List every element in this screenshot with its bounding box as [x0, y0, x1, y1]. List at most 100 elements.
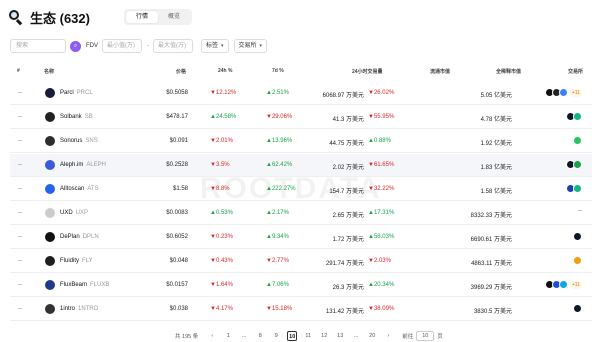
token-name[interactable]: FluxBeam FLUXB — [60, 282, 109, 288]
page-ellipsis[interactable]: ... — [239, 331, 249, 341]
token-name[interactable]: Sonorus SNS — [60, 138, 98, 144]
volume-change-value: 17.31% — [373, 210, 395, 216]
chevron-down-icon: ▾ — [259, 43, 263, 49]
change-24h-cell: ▼8.8% — [210, 186, 230, 192]
volume-cell: 41.3 万美元 — [332, 117, 364, 123]
tag-dropdown[interactable]: 标签 ▾ — [201, 39, 229, 53]
token-name[interactable]: Alltoscan ATS — [60, 186, 99, 192]
page-button[interactable]: 20 — [367, 331, 377, 341]
token-name-text: DePlan — [60, 234, 80, 240]
page-ellipsis[interactable]: ... — [351, 331, 361, 341]
token-name[interactable]: DePlan DPLN — [60, 234, 99, 240]
view-toggle: 行情 概览 — [123, 9, 192, 25]
page-button[interactable]: 11 — [303, 331, 313, 341]
token-name[interactable]: Fluidity FLY — [60, 258, 93, 264]
change-7d-cell: ▲62.42% — [266, 162, 292, 168]
token-name-text: Sonorus — [60, 138, 83, 144]
exchange-icon[interactable] — [573, 184, 582, 193]
volume-change-value: 26.02% — [373, 90, 395, 96]
token-name[interactable]: 1intro 1NTRO — [60, 306, 98, 312]
page-button[interactable]: 13 — [335, 331, 345, 341]
token-logo — [45, 256, 55, 266]
token-name-text: 1intro — [60, 306, 76, 312]
token-symbol: FLUXB — [90, 282, 110, 288]
exchange-icon[interactable] — [573, 232, 582, 241]
exchange-icon[interactable] — [558, 280, 568, 289]
col-fdv[interactable]: 全稀释市值 — [496, 68, 521, 75]
fdv-min-input[interactable]: 最小值(万) — [102, 39, 142, 53]
table-row[interactable]: -- Sonorus SNS $0.091 ▼2.01% ▲13.96% 44.75 万美元… — [10, 130, 592, 153]
token-name[interactable]: Aleph.im ALEPH — [60, 162, 106, 168]
table-row[interactable]: -- Solbank SB $478.17 ▲24.58% ▼29.06% 41.3 万美元… — [10, 106, 592, 129]
volume-cell: 154.7 万美元 — [329, 189, 364, 195]
volume-cell: 44.75 万美元 — [329, 141, 364, 147]
tab-market[interactable]: 行情 — [125, 11, 158, 23]
volume-change-cell: ▲20.34% — [368, 282, 394, 288]
filter-bar: 搜索 ⌕ FDV 最小值(万) - 最大值(万) 标签 ▾ 交易所 ▾ — [10, 39, 268, 53]
more-exchanges-badge[interactable]: +11 — [569, 88, 582, 97]
no-exchange: -- — [578, 208, 582, 214]
more-exchanges-badge[interactable]: +11 — [569, 280, 582, 289]
volume-cell: 2.65 万美元 — [332, 213, 364, 219]
exchange-icon[interactable] — [573, 304, 582, 313]
volume-change-cell: ▲58.03% — [368, 234, 394, 240]
token-symbol: SB — [84, 114, 93, 120]
volume-change-value: 61.65% — [373, 162, 395, 168]
table-row[interactable]: -- Parcl PRCL $0.5058 ▼12.12% ▲2.51% 6068.97 万… — [10, 82, 592, 105]
tab-overview[interactable]: 概览 — [158, 11, 190, 23]
table-row[interactable]: -- FluxBeam FLUXB $0.0157 ▼1.64% ▲7.06% 26.3 万… — [10, 274, 592, 297]
token-symbol: 1NTRO — [78, 306, 99, 312]
change-24h-cell: ▲24.58% — [210, 114, 236, 120]
change-7d-cell: ▲13.96% — [266, 138, 292, 144]
change-24h-value: 2.01% — [215, 138, 233, 144]
page-button[interactable]: 1 — [223, 331, 233, 341]
exchange-icons — [566, 160, 582, 169]
change-7d-value: 222.27% — [271, 186, 296, 192]
exchange-icons — [573, 232, 582, 241]
change-7d-cell: ▼29.06% — [266, 114, 292, 120]
table-row[interactable]: -- DePlan DPLN $0.6052 ▼0.23% ▲9.34% 1.72 万美元 ▲… — [10, 226, 592, 249]
search-icon[interactable]: ⌕ — [70, 40, 81, 52]
token-name-text: Aleph.im — [60, 162, 84, 168]
exchange-icon[interactable] — [573, 256, 582, 265]
table-row[interactable]: -- UXD UXP $0.0083 ▲0.53% ▲2.17% 2.65 万美元 ▲17.3… — [10, 202, 592, 225]
page-button[interactable]: 10 — [287, 331, 298, 341]
rank-cell: -- — [18, 162, 22, 168]
exchange-icons — [566, 112, 582, 121]
page-jump-input[interactable]: 10 — [416, 331, 435, 341]
token-name[interactable]: UXD UXP — [60, 210, 88, 216]
exchange-icon[interactable] — [573, 136, 582, 145]
prev-page-button[interactable]: ‹ — [207, 331, 217, 341]
token-name-text: Parcl — [60, 90, 74, 96]
exchange-icon[interactable] — [573, 160, 582, 169]
table-row[interactable]: -- 1intro 1NTRO $0.038 ▼4.17% ▼15.18% 131.42 万… — [10, 298, 592, 321]
table-row[interactable]: -- Aleph.im ALEPH $0.2528 ▼3.5% ▲62.42% 2.02 万… — [10, 154, 592, 177]
col-volume[interactable]: 24小时交易量 — [352, 68, 383, 75]
table-row[interactable]: -- Alltoscan ATS $1.58 ▼8.8% ▲222.27% 154.7 万美… — [10, 178, 592, 201]
change-24h-cell: ▼0.43% — [210, 258, 233, 264]
token-name[interactable]: Parcl PRCL — [60, 90, 93, 96]
col-exchange[interactable]: 交易所 — [568, 68, 583, 75]
table-row[interactable]: -- Fluidity FLY $0.048 ▼0.43% ▼2.77% 291.74 万美… — [10, 250, 592, 273]
col-name[interactable]: 名称 — [44, 68, 54, 75]
col-price[interactable]: 价格 — [176, 68, 186, 75]
col-change-24h[interactable]: 24h % — [218, 68, 232, 74]
page-button[interactable]: 9 — [271, 331, 281, 341]
rank-cell: -- — [18, 114, 22, 120]
volume-change-value: 20.34% — [373, 282, 395, 288]
exchange-dropdown[interactable]: 交易所 ▾ — [233, 39, 268, 53]
next-page-button[interactable]: › — [383, 331, 393, 341]
search-input[interactable]: 搜索 — [10, 39, 66, 53]
token-name[interactable]: Solbank SB — [60, 114, 93, 120]
col-change-7d[interactable]: 7d % — [272, 68, 284, 74]
exchange-icon[interactable] — [558, 88, 568, 97]
col-mcap[interactable]: 流通市值 — [430, 68, 450, 75]
change-7d-value: 15.18% — [271, 306, 293, 312]
page-button[interactable]: 8 — [255, 331, 265, 341]
fdv-max-input[interactable]: 最大值(万) — [153, 39, 193, 53]
col-rank[interactable]: # — [17, 68, 20, 74]
token-name-text: FluxBeam — [60, 282, 88, 288]
page-button[interactable]: 12 — [319, 331, 329, 341]
exchange-icon[interactable] — [573, 112, 582, 121]
volume-cell: 291.74 万美元 — [325, 261, 364, 267]
